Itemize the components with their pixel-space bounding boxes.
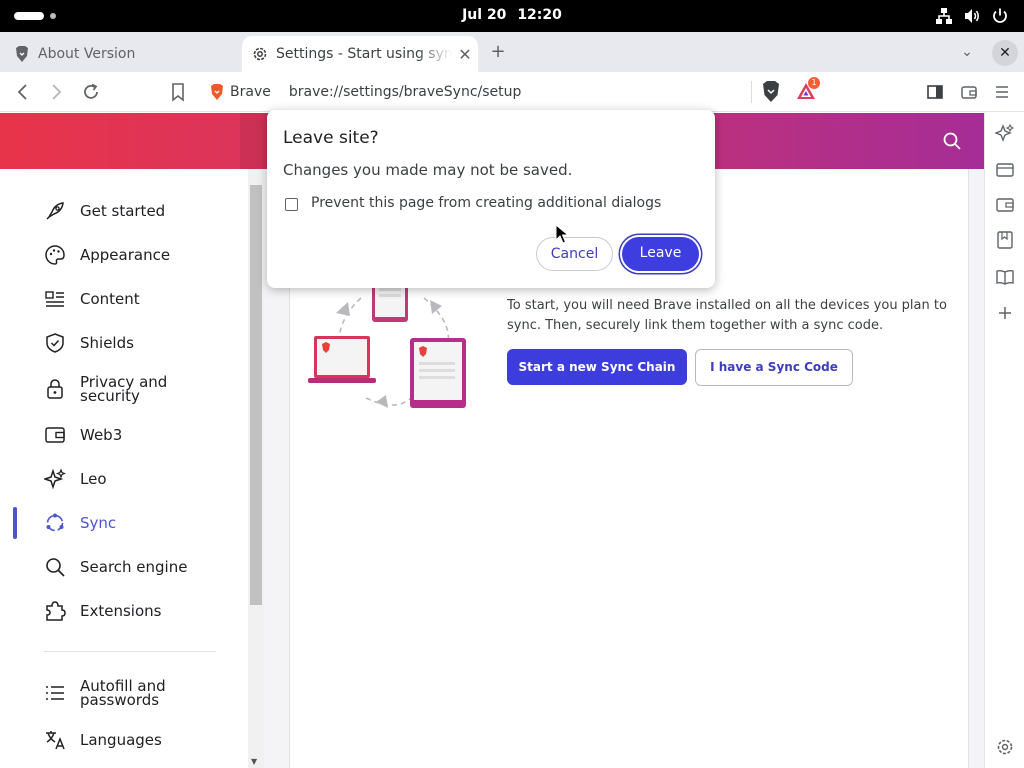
browser-toolbar: Brave brave://settings/braveSync/setup 1 — [0, 72, 1024, 112]
site-chip[interactable]: Brave — [202, 84, 271, 100]
close-tab-icon[interactable]: ✕ — [452, 45, 478, 64]
power-icon[interactable] — [991, 7, 1009, 25]
prevent-dialogs-checkbox[interactable] — [285, 198, 298, 211]
dialog-title: Leave site? — [283, 128, 379, 148]
have-sync-code-button[interactable]: I have a Sync Code — [695, 349, 853, 386]
system-top-bar: Jul 20 12:20 — [0, 0, 1024, 32]
bookmark-icon[interactable] — [166, 80, 190, 104]
puzzle-icon — [46, 601, 66, 621]
window-close-icon[interactable]: ✕ — [992, 40, 1018, 66]
header-divider — [240, 113, 270, 169]
sync-description: To start, you will need Brave installed … — [507, 298, 947, 333]
back-icon[interactable] — [11, 80, 35, 104]
sidebar-item-label: Leo — [80, 470, 107, 488]
address-bar[interactable]: Brave brave://settings/braveSync/setup — [202, 77, 752, 107]
autofill-list-icon — [46, 686, 64, 700]
scroll-down-icon[interactable]: ▼ — [251, 757, 257, 766]
sidebar-divider — [44, 651, 216, 652]
mouse-cursor-icon — [555, 224, 569, 244]
add-icon[interactable] — [995, 303, 1015, 323]
tab-title: Settings - Start using sync — [276, 46, 452, 62]
reading-card-icon[interactable] — [995, 160, 1015, 180]
forward-icon[interactable] — [44, 80, 68, 104]
leo-sparkle-icon — [44, 468, 66, 490]
brave-shields-icon[interactable] — [759, 80, 783, 104]
new-tab-icon[interactable]: + — [486, 40, 510, 64]
sidebar-item-label: Shields — [80, 334, 134, 352]
rocket-icon — [46, 202, 64, 220]
gear-icon — [252, 46, 268, 62]
tab-settings[interactable]: Settings - Start using sync ✕ — [242, 36, 478, 72]
sidebar-item-label: Get started — [80, 202, 166, 220]
cancel-button[interactable]: Cancel — [536, 237, 613, 271]
sync-icon — [46, 513, 64, 532]
omnibox-divider — [751, 81, 752, 103]
settings-gear-icon[interactable] — [995, 737, 1015, 757]
tab-about-version[interactable]: About Version — [6, 36, 236, 72]
sidebar-item-label: Extensions — [80, 602, 162, 620]
start-sync-chain-button[interactable]: Start a new Sync Chain — [507, 349, 687, 385]
dialog-message: Changes you made may not be saved. — [283, 161, 573, 179]
tab-title: About Version — [38, 46, 136, 62]
network-icon[interactable] — [935, 7, 953, 25]
wallet-icon — [45, 427, 65, 443]
date-text: Jul 20 — [462, 7, 507, 23]
volume-icon[interactable] — [963, 7, 981, 25]
url-text: brave://settings/braveSync/setup — [288, 84, 522, 100]
translate-icon — [46, 731, 65, 750]
sidebar-item-label: Privacy and security — [80, 373, 168, 405]
leo-sparkle-icon[interactable] — [995, 123, 1015, 143]
time-text: 12:20 — [517, 7, 562, 23]
reading-list-icon[interactable] — [995, 267, 1015, 287]
content-list-icon — [45, 291, 64, 307]
rewards-badge: 1 — [808, 77, 820, 89]
search-icon — [46, 558, 65, 577]
settings-sidebar: Get started Appearance Content Shields P… — [0, 169, 248, 768]
shield-icon — [46, 333, 64, 353]
sidebar-item-label: Web3 — [80, 426, 123, 444]
leave-button[interactable]: Leave — [622, 237, 699, 271]
leave-site-dialog: Leave site? Changes you made may not be … — [267, 110, 715, 288]
clock[interactable]: Jul 20 12:20 — [0, 7, 1024, 23]
brave-lion-icon — [14, 46, 30, 62]
site-label: Brave — [230, 84, 271, 100]
brave-side-panel — [984, 113, 1024, 768]
scrollbar-thumb[interactable] — [250, 185, 262, 605]
wallet-icon[interactable] — [995, 195, 1015, 215]
prevent-dialogs-label[interactable]: Prevent this page from creating addition… — [311, 195, 661, 211]
sidebar-item-label: Content — [80, 290, 140, 308]
brave-lion-icon — [211, 84, 223, 100]
sidebar-item-label: Appearance — [80, 246, 171, 264]
sync-devices-illustration — [308, 280, 466, 408]
sidebar-item-label: Sync — [80, 514, 117, 532]
reload-icon[interactable] — [79, 80, 103, 104]
settings-search-icon[interactable] — [940, 129, 964, 153]
sidebar-item-label: Autofill and passwords — [80, 677, 166, 709]
sidebar-item-label: Search engine — [80, 558, 188, 576]
menu-icon[interactable] — [990, 80, 1014, 104]
selected-indicator — [13, 507, 17, 539]
wallet-icon[interactable] — [957, 80, 981, 104]
tab-search-chevron-icon[interactable]: ⌄ — [955, 40, 979, 64]
palette-icon — [45, 245, 65, 265]
tab-strip: About Version Settings - Start using syn… — [0, 32, 1024, 72]
sidebar-scrollbar[interactable]: ▼ — [248, 169, 264, 768]
sidebar-toggle-icon[interactable] — [923, 80, 947, 104]
bookmarks-icon[interactable] — [995, 230, 1015, 250]
lock-icon — [47, 379, 63, 399]
sidebar-item-label: Languages — [80, 731, 162, 749]
